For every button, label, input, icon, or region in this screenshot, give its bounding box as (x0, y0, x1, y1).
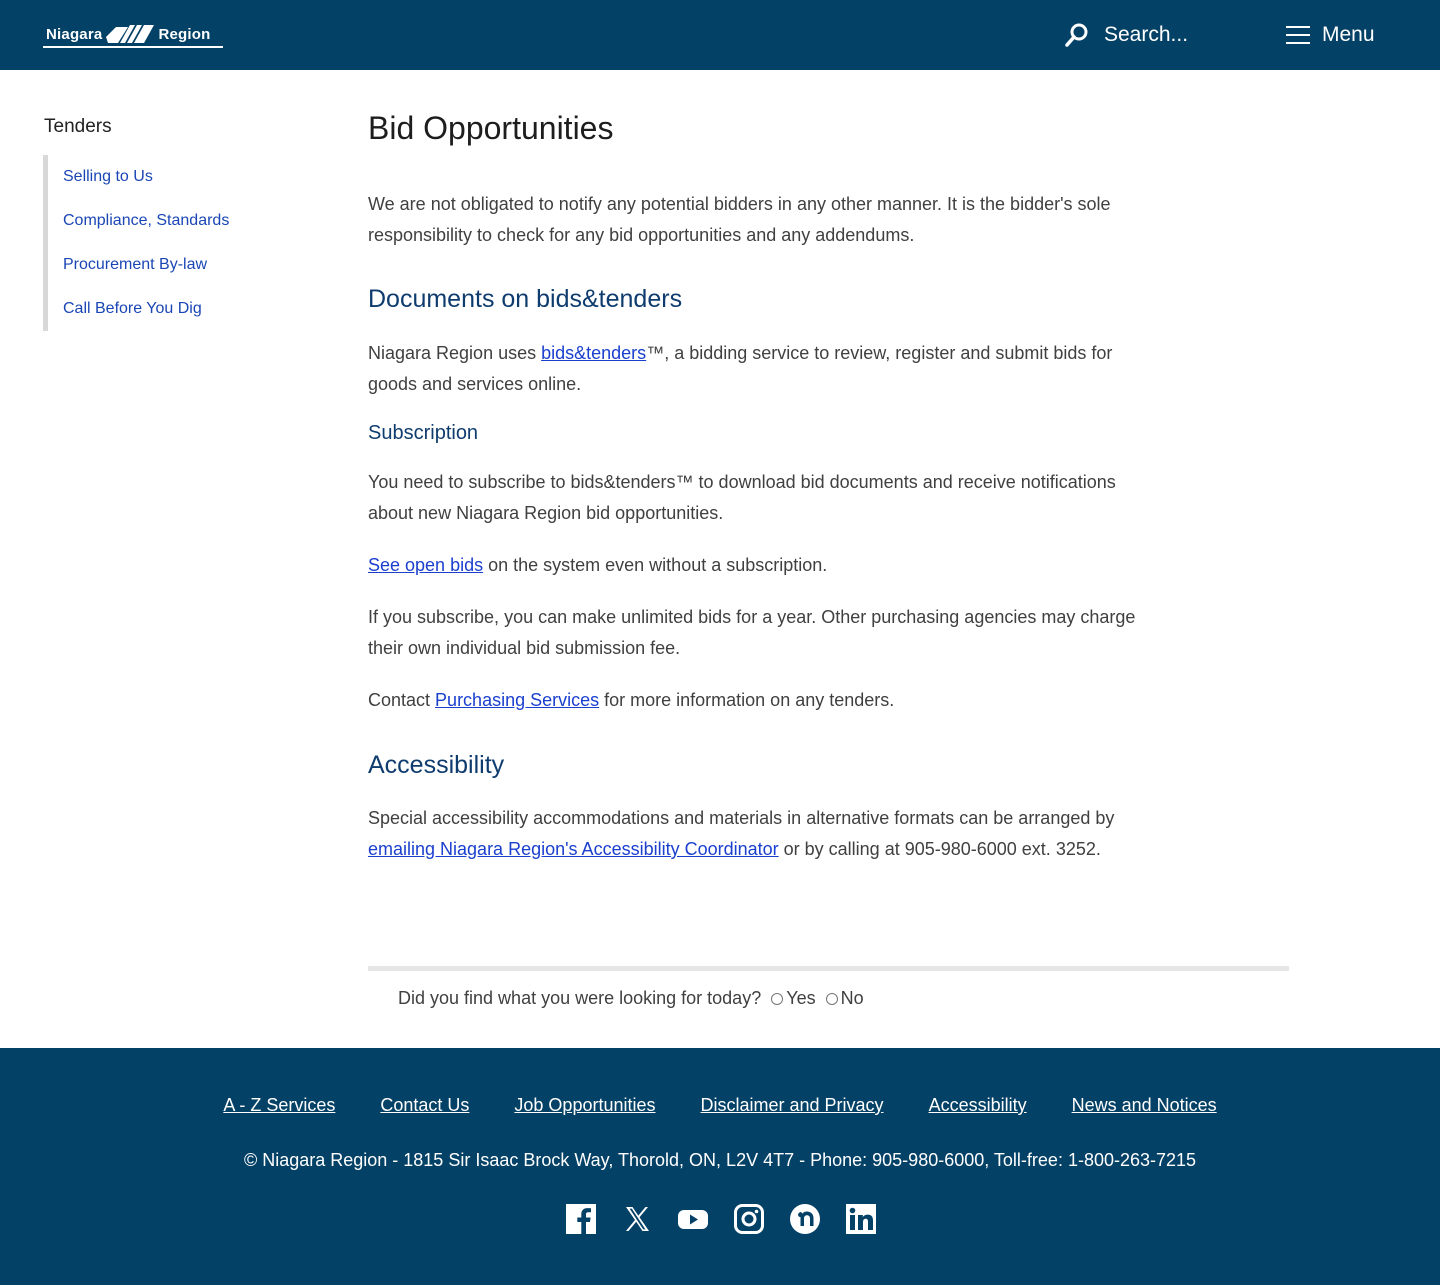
logo-text-left: Niagara (46, 25, 103, 43)
docs-text-pre: Niagara Region uses (368, 343, 542, 363)
search-box[interactable]: Search... (1064, 20, 1188, 50)
linkedin-icon[interactable] (845, 1203, 877, 1235)
open-bids-paragraph: See open bids on the system even without… (368, 550, 1138, 581)
subscription-paragraph: You need to subscribe to bids&tenders™ t… (368, 472, 1116, 523)
menu-label: Menu (1322, 23, 1375, 46)
menu-button[interactable]: Menu (1286, 20, 1375, 50)
accessibility-paragraph: Special accessibility accommodations and… (368, 803, 1138, 865)
feedback-question: Did you find what you were looking for t… (398, 988, 762, 1008)
logo-text-right: Region (158, 25, 211, 43)
footer-link-az-services[interactable]: A - Z Services (223, 1095, 335, 1116)
unlimited-bids-paragraph: If you subscribe, you can make unlimited… (368, 607, 1136, 658)
purchasing-services-link[interactable]: Purchasing Services (435, 690, 599, 710)
sidebar-item-bylaw: Procurement By-law (48, 243, 308, 287)
footer-link-news[interactable]: News and Notices (1072, 1095, 1217, 1116)
subscription-heading: Subscription (368, 422, 479, 444)
sidebar-item-dig: Call Before You Dig (48, 287, 308, 331)
footer-link-jobs[interactable]: Job Opportunities (514, 1095, 655, 1116)
acc-text-pre: Special accessibility accommodations and… (368, 808, 1115, 828)
bids-tenders-link[interactable]: bids&tenders (541, 343, 646, 363)
instagram-icon[interactable] (733, 1203, 765, 1235)
youtube-icon[interactable] (677, 1203, 709, 1235)
accessibility-coordinator-link[interactable]: emailing Niagara Region's Accessibility … (368, 839, 779, 859)
niagara-region-logo[interactable]: Niagara Region (43, 22, 223, 48)
sidebar-link[interactable]: Compliance, Standards (63, 212, 229, 229)
hamburger-icon (1286, 26, 1310, 44)
sidebar-item-compliance: Compliance, Standards (48, 199, 308, 243)
facebook-icon[interactable] (565, 1203, 597, 1235)
footer-address: © Niagara Region - 1815 Sir Isaac Brock … (243, 1150, 1197, 1170)
see-open-bids-link[interactable]: See open bids (368, 555, 483, 575)
accessibility-heading: Accessibility (368, 751, 505, 779)
sidebar-link[interactable]: Call Before You Dig (63, 300, 202, 317)
contact-text-post: for more information on any tenders. (599, 690, 895, 710)
social-links (565, 1203, 877, 1235)
footer-link-disclaimer[interactable]: Disclaimer and Privacy (701, 1095, 884, 1116)
docs-heading: Documents on bids&tenders (368, 285, 683, 313)
site-footer: A - Z Services Contact Us Job Opportunit… (0, 1048, 1440, 1285)
contact-text-pre: Contact (368, 690, 436, 710)
page-title: Bid Opportunities (368, 110, 614, 146)
no-radio[interactable] (825, 992, 838, 1005)
sidebar-title: Tenders (44, 116, 112, 137)
logo-mark-icon (106, 25, 155, 43)
no-label[interactable]: No (841, 988, 864, 1009)
docs-paragraph: Niagara Region uses bids&tenders™, a bid… (368, 338, 1138, 400)
feedback-form: Did you find what you were looking for t… (398, 988, 864, 1009)
sidebar-link[interactable]: Selling to Us (63, 168, 153, 185)
contact-paragraph: Contact Purchasing Services for more inf… (368, 685, 1138, 716)
search-input[interactable]: Search... (1104, 23, 1188, 47)
open-bids-text: on the system even without a subscriptio… (483, 555, 828, 575)
acc-text-post: or by calling at 905-980-6000 ext. 3252. (778, 839, 1101, 859)
feedback-divider (368, 966, 1289, 971)
nextdoor-icon[interactable] (789, 1203, 821, 1235)
yes-label[interactable]: Yes (786, 988, 815, 1009)
sidebar-nav: Selling to Us Compliance, Standards Proc… (43, 155, 308, 331)
search-icon (1065, 23, 1088, 47)
sidebar-item-selling: Selling to Us (48, 155, 308, 199)
sidebar-link[interactable]: Procurement By-law (63, 256, 207, 273)
footer-link-accessibility[interactable]: Accessibility (929, 1095, 1027, 1116)
intro-paragraph: We are not obligated to notify any poten… (368, 194, 1111, 245)
site-header: Niagara Region Search... Menu (0, 0, 1440, 70)
footer-links: A - Z Services Contact Us Job Opportunit… (0, 1095, 1440, 1116)
footer-link-contact-us[interactable]: Contact Us (380, 1095, 469, 1116)
yes-radio[interactable] (771, 992, 784, 1005)
x-icon[interactable] (621, 1203, 653, 1235)
